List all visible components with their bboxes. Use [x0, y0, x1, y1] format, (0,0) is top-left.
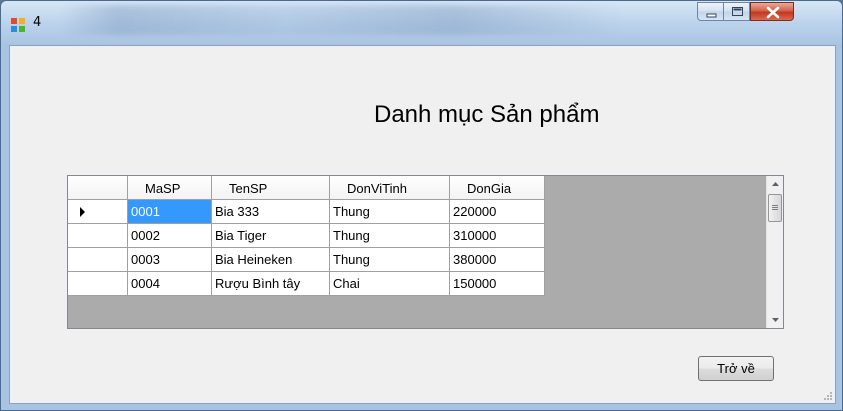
grid-cell[interactable]: 220000 [450, 200, 545, 224]
back-button[interactable]: Trở về [698, 356, 774, 381]
grid-cell[interactable]: 0003 [128, 248, 212, 272]
thumb-grip-line [772, 205, 778, 206]
grid-header-row: MaSP TenSP DonViTinh DonGia [68, 176, 545, 200]
table-row[interactable]: 0003 Bia Heineken Thung 380000 [68, 248, 545, 272]
products-data-grid[interactable]: MaSP TenSP DonViTinh DonGia 0001 Bia 333… [67, 175, 784, 329]
grid-cell[interactable]: Rượu Bình tây [212, 272, 330, 296]
grid-cell[interactable]: Bia 333 [212, 200, 330, 224]
maximize-button[interactable] [723, 2, 750, 21]
grid-cell[interactable]: 310000 [450, 224, 545, 248]
grid-cell[interactable]: 0002 [128, 224, 212, 248]
grid-cell[interactable]: 0001 [128, 200, 212, 224]
grid-corner-header[interactable] [68, 176, 128, 200]
table-row[interactable]: 0001 Bia 333 Thung 220000 [68, 200, 545, 224]
thumb-grip-line [772, 209, 778, 210]
column-header-tensp[interactable]: TenSP [212, 176, 330, 200]
grid-cell[interactable]: 380000 [450, 248, 545, 272]
window-title: 4 [33, 15, 42, 30]
row-header[interactable] [68, 200, 128, 224]
minimize-icon [706, 13, 717, 18]
grid-cell[interactable]: Bia Heineken [212, 248, 330, 272]
grid-cell[interactable]: Thung [330, 200, 450, 224]
close-button[interactable] [750, 2, 794, 21]
column-header-donvitinh[interactable]: DonViTinh [330, 176, 450, 200]
thumb-grip-line [772, 207, 778, 208]
page-title: Danh mục Sản phẩm [374, 101, 600, 128]
vertical-scrollbar[interactable] [766, 176, 783, 328]
grid-cell[interactable]: 0004 [128, 272, 212, 296]
grid-cell[interactable]: Chai [330, 272, 450, 296]
scroll-down-icon[interactable] [767, 311, 784, 328]
grid-cell[interactable]: Thung [330, 248, 450, 272]
resize-grip-icon[interactable] [823, 391, 833, 401]
close-icon [766, 6, 780, 19]
column-header-masp[interactable]: MaSP [128, 176, 212, 200]
table-row[interactable]: 0002 Bia Tiger Thung 310000 [68, 224, 545, 248]
grid-cell[interactable]: 150000 [450, 272, 545, 296]
form-client-area: Danh mục Sản phẩm MaSP TenSP DonViTinh D… [9, 45, 836, 404]
app-window: 4 Danh mục Sản phẩm MaSP TenSP DonViTinh… [0, 0, 843, 411]
title-bar-background [61, 5, 621, 35]
column-header-dongia[interactable]: DonGia [450, 176, 545, 200]
scrollbar-thumb[interactable] [768, 194, 782, 222]
scroll-up-icon[interactable] [767, 176, 784, 193]
table-row[interactable]: 0004 Rượu Bình tây Chai 150000 [68, 272, 545, 296]
maximize-icon [732, 7, 743, 16]
minimize-button[interactable] [697, 2, 724, 21]
row-header[interactable] [68, 224, 128, 248]
row-header[interactable] [68, 248, 128, 272]
grid-cell[interactable]: Thung [330, 224, 450, 248]
row-header[interactable] [68, 272, 128, 296]
grid-cell[interactable]: Bia Tiger [212, 224, 330, 248]
app-icon[interactable] [10, 17, 26, 33]
title-bar[interactable]: 4 [1, 1, 842, 45]
current-row-arrow-icon [80, 207, 85, 217]
